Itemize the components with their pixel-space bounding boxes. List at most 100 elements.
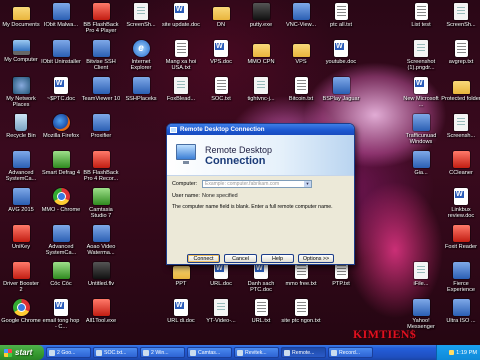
computer-input[interactable]: Example: computer.fabrikam.com ▼ xyxy=(202,180,312,188)
username-row: User name: None specified xyxy=(172,193,238,199)
desktop-icon[interactable]: Mozilla Firefox xyxy=(41,114,81,156)
desktop-icon-label: MMO CPN xyxy=(247,59,275,65)
taskbar-button[interactable]: SOC.txt... xyxy=(93,347,138,358)
desktop-icon[interactable]: DN xyxy=(201,3,241,45)
desktop-icon[interactable]: Advanced SystemCa... xyxy=(1,151,41,193)
desktop-icon[interactable]: Driver Booster 2 xyxy=(1,262,41,304)
help-button[interactable]: Help xyxy=(261,254,294,263)
desktop-icon-label: TeamViewer 10 xyxy=(81,96,121,102)
desktop-icon[interactable]: Fierce Experience xyxy=(441,262,480,304)
desktop-icon[interactable]: YT-Video-... xyxy=(201,299,241,341)
desktop-icon[interactable]: MMO CPN xyxy=(241,40,281,82)
desktop-icon[interactable]: Screenshot (1).pngdr... xyxy=(401,40,441,82)
tray-icon[interactable] xyxy=(449,350,455,355)
desktop-icon[interactable]: SSHPlaceks xyxy=(121,77,161,119)
desktop-icon[interactable]: BB FlashBack Pro 4 Player xyxy=(81,3,121,45)
desktop-icon[interactable]: Google Chrome xyxy=(1,299,41,341)
window-icon xyxy=(96,349,102,356)
desktop-icon-label: PTP.txt xyxy=(332,281,350,287)
desktop-icon[interactable]: MMO - Chrome xyxy=(41,188,81,230)
desktop-icon[interactable]: ptc all.txt xyxy=(321,3,361,45)
desktop-icon[interactable]: Foxit Reader xyxy=(441,225,480,267)
desktop-icon[interactable]: Trafficunuad Windows xyxy=(401,114,441,156)
desktop-icon[interactable]: Aoao Video Waterma... xyxy=(81,225,121,267)
clock[interactable]: 1:19 PM xyxy=(456,350,477,356)
desktop-icon-label: URL.txt xyxy=(251,318,271,324)
desktop-icon-label: email tong hop - C... xyxy=(42,318,80,331)
desktop-icon[interactable]: Screensh... xyxy=(441,114,480,156)
taskbar-button[interactable]: 2 Goo... xyxy=(46,347,91,358)
start-button[interactable]: start xyxy=(0,345,44,360)
desktop-icon[interactable]: TeamViewer 10 xyxy=(81,77,121,119)
desktop-icon[interactable]: Recycle Bin xyxy=(1,114,41,156)
connect-button[interactable]: Connect xyxy=(187,254,220,263)
desktop-icon[interactable]: ScreenSh... xyxy=(121,3,161,45)
desktop-icon[interactable]: SOC.txt xyxy=(201,77,241,119)
desktop-icon[interactable]: BSPlay Jaguar xyxy=(321,77,361,119)
desktop-icon[interactable]: VPS xyxy=(281,40,321,82)
desktop-icon[interactable]: IObit Malwa... xyxy=(41,3,81,45)
desktop-icon[interactable]: PTP.txt xyxy=(321,262,361,304)
desktop-icon[interactable]: URL.doc xyxy=(201,262,241,304)
red-icon xyxy=(92,299,110,316)
desktop-icon[interactable]: tightvnc-j... xyxy=(241,77,281,119)
desktop-icon[interactable]: My Documents xyxy=(1,3,41,45)
desktop-icon[interactable]: BB FlashBack Pro 4 Recor... xyxy=(81,151,121,193)
dropdown-arrow-icon[interactable]: ▼ xyxy=(304,181,311,187)
desktop-icon[interactable]: Linkbux review.doc xyxy=(441,188,480,230)
app-icon xyxy=(92,40,110,57)
red-icon xyxy=(452,225,470,242)
desktop-icon[interactable]: youtube.doc xyxy=(321,40,361,82)
desktop-icon[interactable]: List test xyxy=(401,3,441,45)
desktop-icon[interactable]: Mang xa hoi USA.txt xyxy=(161,40,201,82)
desktop-icon[interactable]: Bitcoin.txt xyxy=(281,77,321,119)
desktop-icon[interactable]: Smart Defrag 4 xyxy=(41,151,81,193)
desktop-icon[interactable]: Danh sach PTC.doc xyxy=(241,262,281,304)
desktop-icon[interactable]: Protected folder xyxy=(441,77,480,119)
desktop-icon[interactable]: New Microsoft ... xyxy=(401,77,441,119)
desktop-icon[interactable]: VPS.doc xyxy=(201,40,241,82)
desktop-icon[interactable]: site ptc ngon.txt xyxy=(281,299,321,341)
taskbar-button[interactable]: Record... xyxy=(328,347,373,358)
desktop-icon[interactable]: AVG 2015 xyxy=(1,188,41,230)
desktop-icon-label: ~$PTC.doc xyxy=(46,96,76,102)
desktop-icon[interactable]: site update.doc xyxy=(161,3,201,45)
desktop-icon-label: My Computer xyxy=(4,57,38,63)
desktop-icon[interactable]: Bitvise SSH Client xyxy=(81,40,121,82)
desktop-icon[interactable]: putty.exe xyxy=(241,3,281,45)
desktop-icon[interactable]: email tong hop - C... xyxy=(41,299,81,341)
desktop-icon[interactable]: Camtasia Studio 7 xyxy=(81,188,121,230)
desktop-icon[interactable]: Untitled.flv xyxy=(81,262,121,304)
cancel-button[interactable]: Cancel xyxy=(224,254,257,263)
desktop-icon[interactable]: PPT xyxy=(161,262,201,304)
desktop-icon[interactable]: mmo free.txt xyxy=(281,262,321,304)
desktop-icon[interactable]: Proxifier xyxy=(81,114,121,156)
dialog-buttons: Connect Cancel Help Options >> xyxy=(167,254,354,263)
desktop-icon[interactable]: ~$PTC.doc xyxy=(41,77,81,119)
desktop-icon[interactable]: UniKey xyxy=(1,225,41,267)
taskbar-button[interactable]: Revitek... xyxy=(234,347,279,358)
desktop-icon[interactable]: Internet Explorer xyxy=(121,40,161,82)
desktop-icon[interactable]: All1Tool.exe xyxy=(81,299,121,341)
taskbar-button[interactable]: 2 Win... xyxy=(140,347,185,358)
desktop-icon[interactable]: Cốc Cốc xyxy=(41,262,81,304)
desktop-icon[interactable]: URL di.doc xyxy=(161,299,201,341)
taskbar-button[interactable]: Camtas... xyxy=(187,347,232,358)
desktop-icon[interactable]: VNC-View... xyxy=(281,3,321,45)
desktop-icon[interactable]: Gia... xyxy=(401,151,441,193)
desktop-icon[interactable]: FoxBlead... xyxy=(161,77,201,119)
desktop-icon[interactable]: avgrep.txt xyxy=(441,40,480,82)
desktop-icon[interactable]: My Computer xyxy=(1,40,41,82)
taskbar-button[interactable]: Remote... xyxy=(281,347,326,358)
desktop-icon[interactable]: ScreenSh... xyxy=(441,3,480,45)
dialog-titlebar[interactable]: Remote Desktop Connection xyxy=(167,124,354,135)
desktop-icon[interactable]: URL.txt xyxy=(241,299,281,341)
desktop-icon[interactable]: Ultra ISO ... xyxy=(441,299,480,341)
desktop-icon[interactable]: My Network Places xyxy=(1,77,41,119)
desktop-icon[interactable]: CCleaner xyxy=(441,151,480,193)
desktop-icon[interactable]: IObit Uninstaller xyxy=(41,40,81,82)
options-button[interactable]: Options >> xyxy=(298,254,334,263)
taskbar-button-label: Remote... xyxy=(292,349,315,356)
desktop-icon[interactable]: Advanced SystemCa... xyxy=(41,225,81,267)
desktop-icon[interactable]: iFile... xyxy=(401,262,441,304)
